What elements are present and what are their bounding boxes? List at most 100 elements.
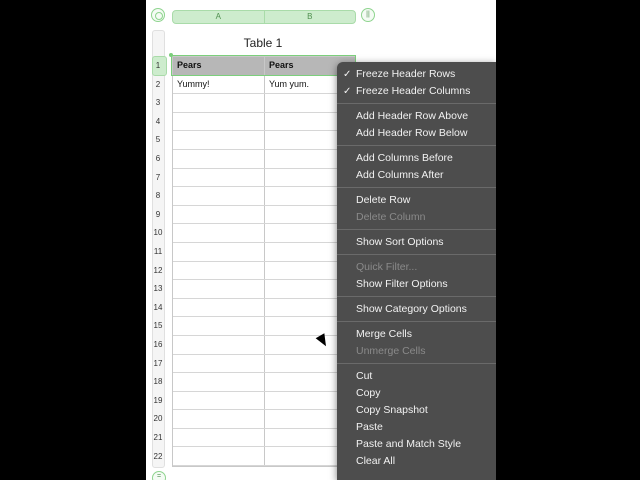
menu-item-freeze-header-rows[interactable]: ✓ Freeze Header Rows xyxy=(337,66,496,83)
table-row[interactable] xyxy=(173,373,355,392)
row-number[interactable]: 8 xyxy=(149,191,167,200)
table-row[interactable] xyxy=(173,298,355,318)
table-cell[interactable] xyxy=(173,262,264,280)
table-cell[interactable] xyxy=(173,317,264,335)
row-number[interactable]: 21 xyxy=(149,433,167,442)
menu-item-delete-row[interactable]: Delete Row xyxy=(337,192,496,209)
menu-item-label: Show Filter Options xyxy=(356,278,448,290)
table-cell[interactable] xyxy=(173,410,264,428)
table-row[interactable] xyxy=(173,280,355,299)
menu-separator xyxy=(337,229,496,230)
menu-item-paste-and-match-style[interactable]: Paste and Match Style xyxy=(337,436,496,453)
table-cell[interactable] xyxy=(173,187,264,205)
row-number[interactable]: 2 xyxy=(149,80,167,89)
menu-item-add-columns-before[interactable]: Add Columns Before xyxy=(337,150,496,167)
row-number[interactable]: 20 xyxy=(149,414,167,423)
menu-item-show-category-options[interactable]: Show Category Options xyxy=(337,301,496,318)
table-cell[interactable] xyxy=(173,392,264,410)
column-header-bar[interactable]: A B xyxy=(172,10,356,24)
table-row[interactable] xyxy=(173,410,355,429)
row-number[interactable]: 15 xyxy=(149,321,167,330)
table-cell[interactable] xyxy=(173,373,264,391)
table-cell[interactable] xyxy=(173,169,264,187)
row-number[interactable]: 14 xyxy=(149,303,167,312)
table-row[interactable] xyxy=(173,354,355,374)
table-title[interactable]: Table 1 xyxy=(172,36,354,50)
table-row[interactable] xyxy=(173,205,355,225)
table-row[interactable] xyxy=(173,224,355,243)
menu-item-add-header-row-below[interactable]: Add Header Row Below xyxy=(337,125,496,142)
add-column-handle-icon[interactable]: || xyxy=(361,8,375,22)
menu-item-show-filter-options[interactable]: Show Filter Options xyxy=(337,276,496,293)
row-number[interactable]: 19 xyxy=(149,396,167,405)
row-number[interactable]: 6 xyxy=(149,154,167,163)
selection-handle[interactable] xyxy=(169,53,173,57)
row-number[interactable]: 4 xyxy=(149,117,167,126)
table-select-handle-icon[interactable] xyxy=(151,8,165,22)
table-row[interactable] xyxy=(173,428,355,448)
table-cell[interactable] xyxy=(173,131,264,149)
row-number[interactable]: 17 xyxy=(149,359,167,368)
row-number[interactable]: 10 xyxy=(149,228,167,237)
menu-item-label: Add Header Row Below xyxy=(356,127,468,139)
checkmark-icon: ✓ xyxy=(343,86,352,97)
table-cell[interactable] xyxy=(173,447,264,465)
menu-separator xyxy=(337,145,496,146)
table-grid[interactable]: Pears Pears Yummy! Yum yum. xyxy=(172,56,356,468)
table-cell[interactable] xyxy=(173,94,264,112)
menu-item-copy-snapshot[interactable]: Copy Snapshot xyxy=(337,402,496,419)
menu-item-clear-all[interactable]: Clear All xyxy=(337,453,496,470)
row-number[interactable]: 18 xyxy=(149,377,167,386)
table-cell[interactable] xyxy=(173,299,264,317)
table-cell[interactable] xyxy=(173,113,264,131)
table-cell[interactable]: Yummy! xyxy=(173,76,264,94)
table-row[interactable] xyxy=(173,242,355,262)
menu-item-paste[interactable]: Paste xyxy=(337,419,496,436)
table-cell[interactable] xyxy=(173,150,264,168)
table-cell[interactable] xyxy=(173,429,264,447)
menu-item-add-header-row-above[interactable]: Add Header Row Above xyxy=(337,108,496,125)
menu-item-merge-cells[interactable]: Merge Cells xyxy=(337,326,496,343)
table-cell[interactable] xyxy=(173,224,264,242)
menu-separator xyxy=(337,363,496,364)
row-number[interactable]: 7 xyxy=(149,173,167,182)
row-number[interactable]: 13 xyxy=(149,284,167,293)
table-row[interactable] xyxy=(173,391,355,411)
table-cell[interactable] xyxy=(173,280,264,298)
row-number[interactable]: 11 xyxy=(149,247,167,256)
table-cell[interactable] xyxy=(173,336,264,354)
table-row[interactable] xyxy=(173,131,355,150)
row-number[interactable]: 16 xyxy=(149,340,167,349)
column-header-a[interactable]: A xyxy=(173,11,264,23)
table-row[interactable] xyxy=(173,317,355,336)
column-header-b[interactable]: B xyxy=(263,11,356,23)
row-number[interactable]: 3 xyxy=(149,98,167,107)
menu-item-freeze-header-columns[interactable]: ✓ Freeze Header Columns xyxy=(337,83,496,100)
menu-item-copy[interactable]: Copy xyxy=(337,385,496,402)
table-row[interactable] xyxy=(173,261,355,281)
menu-item-label: Clear All xyxy=(356,455,396,467)
menu-item-show-sort-options[interactable]: Show Sort Options xyxy=(337,234,496,251)
table-cell[interactable] xyxy=(173,243,264,261)
row-number[interactable]: 12 xyxy=(149,266,167,275)
row-number[interactable]: 22 xyxy=(149,452,167,461)
row-number[interactable]: 9 xyxy=(149,210,167,219)
menu-item-cut[interactable]: Cut xyxy=(337,368,496,385)
table-row[interactable] xyxy=(173,187,355,206)
table-cell[interactable] xyxy=(173,355,264,373)
menu-item-label: Copy xyxy=(356,387,381,399)
row-number[interactable]: 5 xyxy=(149,135,167,144)
table-row[interactable] xyxy=(173,149,355,169)
menu-item-quick-filter: Quick Filter... xyxy=(337,259,496,276)
table-row[interactable]: Yummy! Yum yum. xyxy=(173,75,355,95)
table-row[interactable] xyxy=(173,94,355,113)
add-row-handle-icon[interactable]: = xyxy=(152,471,166,480)
table-cell[interactable] xyxy=(173,206,264,224)
menu-item-add-columns-after[interactable]: Add Columns After xyxy=(337,167,496,184)
table-row[interactable] xyxy=(173,447,355,467)
header-cell[interactable]: Pears xyxy=(173,57,264,75)
header-row[interactable]: Pears Pears xyxy=(173,57,355,76)
table-row[interactable] xyxy=(173,112,355,132)
table-row[interactable] xyxy=(173,168,355,188)
row-number[interactable]: 1 xyxy=(149,61,167,70)
